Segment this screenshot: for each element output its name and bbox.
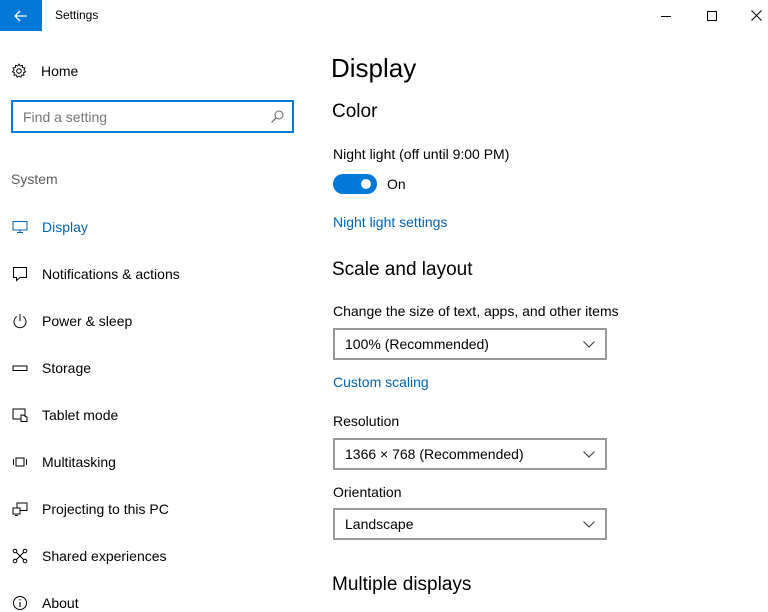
sidebar-item-label: Shared experiences — [42, 547, 167, 564]
multitasking-icon — [11, 453, 29, 471]
storage-icon — [11, 359, 29, 377]
night-light-label: Night light (off until 9:00 PM) — [333, 146, 510, 162]
close-icon — [750, 10, 762, 21]
custom-scaling-link[interactable]: Custom scaling — [333, 374, 429, 390]
sidebar-item-shared-experiences[interactable]: Shared experiences — [0, 532, 310, 579]
sidebar-item-power-sleep[interactable]: Power & sleep — [0, 297, 310, 344]
sidebar-item-notifications[interactable]: Notifications & actions — [0, 250, 310, 297]
notification-icon — [11, 265, 29, 283]
shared-experiences-icon — [11, 547, 29, 565]
maximize-button[interactable] — [689, 0, 735, 31]
orientation-dropdown-value: Landscape — [345, 516, 414, 532]
sidebar-item-storage[interactable]: Storage — [0, 344, 310, 391]
sidebar: Home System Display Notifications & acti… — [0, 31, 310, 612]
toggle-knob — [361, 179, 371, 189]
toggle-state-label: On — [387, 176, 406, 192]
multiple-displays-header: Multiple displays — [332, 574, 472, 595]
search-icon[interactable] — [269, 109, 285, 125]
sidebar-item-label: About — [42, 594, 79, 611]
resolution-dropdown[interactable]: 1366 × 768 (Recommended) — [333, 438, 607, 470]
search-box[interactable] — [11, 100, 294, 133]
info-icon — [11, 594, 29, 612]
window-title: Settings — [55, 8, 99, 22]
title-bar: Settings — [0, 0, 768, 31]
gear-icon — [11, 63, 27, 79]
sidebar-home[interactable]: Home — [11, 61, 78, 81]
section-label-system: System — [11, 171, 58, 187]
sidebar-item-projecting[interactable]: Projecting to this PC — [0, 485, 310, 532]
orientation-label: Orientation — [333, 484, 402, 500]
size-dropdown-value: 100% (Recommended) — [345, 336, 489, 352]
main-content: Display Color Night light (off until 9:0… — [331, 31, 751, 612]
resolution-dropdown-value: 1366 × 768 (Recommended) — [345, 446, 524, 462]
chevron-down-icon — [573, 510, 605, 538]
search-input[interactable] — [13, 102, 263, 131]
resolution-label: Resolution — [333, 413, 400, 429]
chevron-down-icon — [573, 440, 605, 468]
sidebar-item-label: Display — [42, 218, 88, 235]
scale-layout-header: Scale and layout — [332, 259, 473, 280]
sidebar-item-multitasking[interactable]: Multitasking — [0, 438, 310, 485]
page-title: Display — [331, 53, 417, 83]
chevron-down-icon — [573, 330, 605, 358]
sidebar-item-about[interactable]: About — [0, 579, 310, 612]
sidebar-home-label: Home — [41, 63, 79, 79]
sidebar-item-label: Notifications & actions — [42, 265, 180, 282]
night-light-settings-link[interactable]: Night light settings — [333, 214, 447, 230]
sidebar-item-label: Power & sleep — [42, 312, 133, 329]
sidebar-item-tablet-mode[interactable]: Tablet mode — [0, 391, 310, 438]
sidebar-item-display[interactable]: Display — [0, 203, 310, 250]
size-dropdown[interactable]: 100% (Recommended) — [333, 328, 607, 360]
power-icon — [11, 312, 29, 330]
maximize-icon — [707, 10, 717, 21]
color-header: Color — [332, 101, 378, 122]
minimize-button[interactable] — [643, 0, 689, 31]
orientation-dropdown[interactable]: Landscape — [333, 508, 607, 540]
night-light-toggle[interactable] — [333, 174, 377, 194]
projecting-icon — [11, 500, 29, 518]
back-button[interactable] — [0, 0, 42, 31]
size-label: Change the size of text, apps, and other… — [333, 303, 619, 319]
close-button[interactable] — [733, 0, 768, 31]
sidebar-item-label: Projecting to this PC — [42, 500, 169, 517]
sidebar-item-label: Tablet mode — [42, 406, 119, 423]
sidebar-item-label: Storage — [42, 359, 92, 376]
sidebar-nav: Display Notifications & actions Power & … — [0, 203, 310, 612]
minimize-icon — [661, 15, 671, 17]
back-arrow-icon — [14, 10, 27, 21]
tablet-mode-icon — [11, 406, 29, 424]
sidebar-item-label: Multitasking — [42, 453, 116, 470]
monitor-icon — [11, 218, 29, 236]
